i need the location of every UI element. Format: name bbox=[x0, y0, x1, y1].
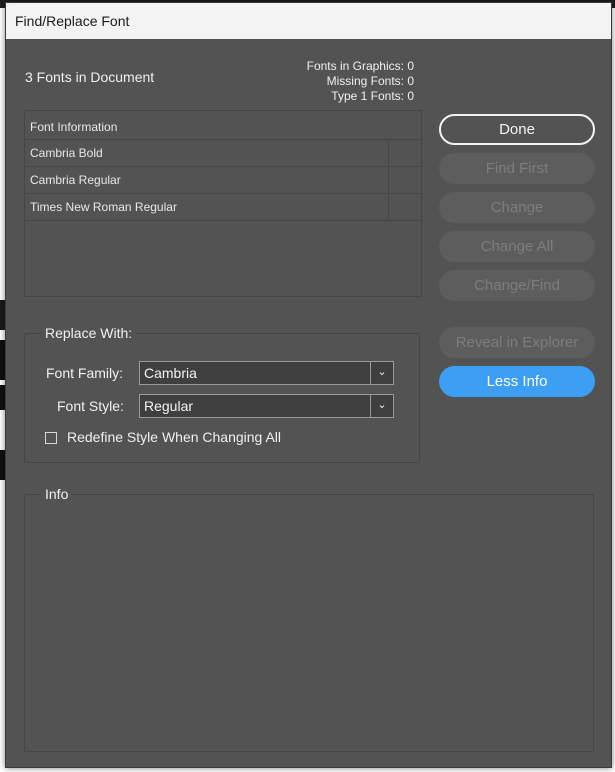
fonts-in-document-count: 3 Fonts in Document bbox=[25, 69, 155, 85]
redefine-style-label[interactable]: Redefine Style When Changing All bbox=[67, 429, 281, 445]
find-first-button[interactable]: Find First bbox=[439, 153, 595, 184]
column-divider bbox=[388, 167, 389, 193]
less-info-button[interactable]: Less Info bbox=[439, 366, 595, 397]
change-find-button[interactable]: Change/Find bbox=[439, 270, 595, 301]
replace-with-group: Replace With: Font Family: Cambria ⌄ Fon… bbox=[24, 325, 420, 463]
change-all-button[interactable]: Change All bbox=[439, 231, 595, 262]
done-button[interactable]: Done bbox=[439, 114, 595, 145]
font-name: Cambria Bold bbox=[30, 146, 103, 160]
missing-fonts: Missing Fonts: 0 bbox=[326, 74, 414, 88]
font-list-row[interactable]: Cambria Regular bbox=[25, 167, 421, 194]
chevron-down-icon[interactable]: ⌄ bbox=[370, 395, 393, 417]
font-list-row[interactable]: Cambria Bold bbox=[25, 140, 421, 167]
font-name: Times New Roman Regular bbox=[30, 200, 177, 214]
replace-with-legend: Replace With: bbox=[45, 325, 133, 341]
font-list-row[interactable]: Times New Roman Regular bbox=[25, 194, 421, 221]
font-name: Cambria Regular bbox=[30, 173, 121, 187]
chevron-down-icon[interactable]: ⌄ bbox=[370, 362, 393, 384]
font-list-header: Font Information bbox=[25, 111, 421, 140]
font-style-select[interactable]: Regular ⌄ bbox=[139, 394, 394, 418]
font-family-label: Font Family: bbox=[46, 365, 124, 381]
find-replace-font-dialog: Find/Replace Font 3 Fonts in Document Fo… bbox=[5, 2, 612, 768]
type1-fonts: Type 1 Fonts: 0 bbox=[331, 89, 414, 103]
font-list[interactable]: Font Information Cambria Bold Cambria Re… bbox=[24, 110, 422, 297]
redefine-style-checkbox[interactable] bbox=[45, 432, 57, 444]
reveal-in-explorer-button[interactable]: Reveal in Explorer bbox=[439, 327, 595, 358]
font-family-value: Cambria bbox=[144, 365, 197, 381]
font-style-value: Regular bbox=[144, 398, 194, 414]
column-divider bbox=[388, 140, 389, 166]
font-family-select[interactable]: Cambria ⌄ bbox=[139, 361, 394, 385]
change-button[interactable]: Change bbox=[439, 192, 595, 223]
column-divider bbox=[388, 194, 389, 220]
fonts-in-graphics: Fonts in Graphics: 0 bbox=[306, 59, 414, 73]
font-style-label: Font Style: bbox=[57, 398, 124, 414]
info-legend: Info bbox=[45, 486, 69, 502]
dialog-title[interactable]: Find/Replace Font bbox=[6, 3, 611, 39]
font-stats: Fonts in Graphics: 0 Missing Fonts: 0 Ty… bbox=[307, 59, 414, 104]
info-group: Info bbox=[24, 486, 594, 752]
